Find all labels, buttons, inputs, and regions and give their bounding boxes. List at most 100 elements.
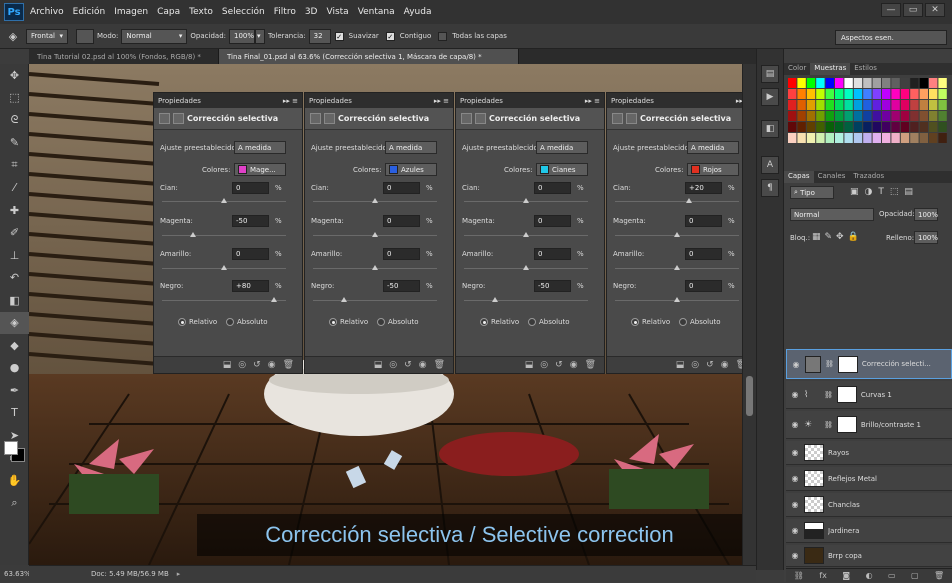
color-swatch-cell[interactable] <box>844 133 853 143</box>
cyan-value[interactable]: 0 <box>534 182 571 194</box>
tab-layers[interactable]: Capas <box>784 171 814 183</box>
color-swatch-cell[interactable] <box>891 122 900 132</box>
dodge-tool-icon[interactable]: ● <box>0 357 29 380</box>
color-swatch-cell[interactable] <box>853 133 863 143</box>
black-slider-knob[interactable] <box>271 297 277 302</box>
reset-icon[interactable]: ↺ <box>555 360 563 370</box>
smooth-checkbox[interactable]: ✓ <box>334 31 344 41</box>
color-swatch-cell[interactable] <box>938 89 947 99</box>
color-swatch-cell[interactable] <box>872 100 881 110</box>
layer-row[interactable]: ◉ ⌇ ⛓ Curvas 1 <box>786 381 952 409</box>
color-swatch-cell[interactable] <box>797 133 806 143</box>
color-swatch-cell[interactable] <box>863 78 872 88</box>
color-swatch-cell[interactable] <box>938 111 947 121</box>
black-value[interactable]: 0 <box>685 280 722 292</box>
color-swatch-cell[interactable] <box>910 111 919 121</box>
absolute-radio[interactable]: Absoluto <box>528 318 570 326</box>
color-swatch-cell[interactable] <box>891 100 900 110</box>
panel-menu-icon[interactable]: ▸▸ ≡ <box>283 97 298 105</box>
fill-input[interactable]: 100% <box>914 231 938 244</box>
view-previous-icon[interactable]: ◎ <box>691 360 699 370</box>
absolute-radio[interactable]: Absoluto <box>226 318 268 326</box>
layer-row[interactable]: ◉ Brrp copa <box>786 545 952 567</box>
fx-icon[interactable]: fx <box>819 571 827 580</box>
tolerance-input[interactable]: 32 <box>308 28 331 44</box>
color-swatch-cell[interactable] <box>929 100 938 110</box>
black-slider-knob[interactable] <box>674 297 680 302</box>
color-swatch-cell[interactable] <box>900 122 910 132</box>
healing-tool-icon[interactable]: ✚ <box>0 199 29 222</box>
color-swatch-cell[interactable] <box>853 89 863 99</box>
link-icon[interactable]: ⛓ <box>824 391 833 399</box>
mask-icon[interactable] <box>324 113 335 124</box>
color-swatch-cell[interactable] <box>929 133 938 143</box>
mask-thumb[interactable] <box>836 416 857 433</box>
link-layers-icon[interactable]: ⛓ <box>794 571 804 580</box>
type-tool-icon[interactable]: T <box>0 402 29 425</box>
group-icon[interactable]: ▭ <box>888 571 896 580</box>
color-swatch-cell[interactable] <box>806 89 816 99</box>
color-swatch-cell[interactable] <box>853 122 863 132</box>
marquee-tool-icon[interactable]: ⬚ <box>0 87 29 110</box>
color-swatch-cell[interactable] <box>788 111 797 121</box>
add-mask-icon[interactable]: ◙ <box>842 571 850 580</box>
foreground-color-swatch[interactable] <box>4 441 18 455</box>
colors-dropdown[interactable]: Cianes <box>536 163 588 176</box>
hand-tool-icon[interactable]: ✋ <box>0 469 29 492</box>
color-swatch-cell[interactable] <box>919 133 928 143</box>
colors-dropdown[interactable]: Rojos <box>687 163 739 176</box>
brush-tool-icon[interactable]: ✐ <box>0 222 29 245</box>
preset-dropdown[interactable]: A medida <box>234 141 286 154</box>
eye-icon[interactable]: ◉ <box>786 526 804 535</box>
tab-styles[interactable]: Estilos <box>850 63 881 75</box>
color-swatch-cell[interactable] <box>882 111 891 121</box>
link-icon[interactable]: ⛓ <box>825 360 834 368</box>
character-panel-icon[interactable]: A <box>761 156 779 174</box>
color-swatch-cell[interactable] <box>919 78 928 88</box>
tab-paths[interactable]: Trazados <box>849 171 888 183</box>
magenta-value[interactable]: 0 <box>685 215 722 227</box>
color-swatch-cell[interactable] <box>882 133 891 143</box>
color-swatch-cell[interactable] <box>853 78 863 88</box>
color-swatch-cell[interactable] <box>844 89 853 99</box>
yellow-slider[interactable] <box>615 265 739 270</box>
new-layer-icon[interactable]: ▢ <box>911 571 919 580</box>
color-swatch-cell[interactable] <box>882 78 891 88</box>
color-swatch-cell[interactable] <box>872 111 881 121</box>
trash-icon[interactable]: 🗑 <box>934 571 944 580</box>
color-swatch-cell[interactable] <box>910 133 919 143</box>
layer-row[interactable]: ◉ ⛓ Corrección selecti... <box>786 349 952 379</box>
preset-dropdown[interactable]: A medida <box>385 141 437 154</box>
color-swatch-cell[interactable] <box>863 122 872 132</box>
color-swatch-cell[interactable] <box>797 122 806 132</box>
lock-icons[interactable]: ▦✎✥🔒 <box>812 232 863 242</box>
status-arrow-icon[interactable]: ▸ <box>177 570 181 578</box>
visibility-icon[interactable]: ◉ <box>570 360 578 370</box>
color-swatch-cell[interactable] <box>919 111 928 121</box>
view-previous-icon[interactable]: ◎ <box>540 360 548 370</box>
cyan-slider-knob[interactable] <box>523 198 529 203</box>
color-swatch-cell[interactable] <box>844 111 853 121</box>
color-swatch-cell[interactable] <box>863 133 872 143</box>
menu-archivo[interactable]: Archivo <box>30 7 64 17</box>
color-swatch-cell[interactable] <box>844 100 853 110</box>
color-swatch-cell[interactable] <box>891 89 900 99</box>
menu-imagen[interactable]: Imagen <box>114 7 148 17</box>
eye-icon[interactable]: ◉ <box>787 360 805 369</box>
yellow-slider[interactable] <box>464 265 588 270</box>
pen-tool-icon[interactable]: ✒ <box>0 379 29 402</box>
history-brush-icon[interactable]: ↶ <box>0 267 29 290</box>
color-swatch-cell[interactable] <box>929 78 938 88</box>
color-swatch-cell[interactable] <box>816 78 825 88</box>
magenta-slider-knob[interactable] <box>674 232 680 237</box>
close-button[interactable]: ✕ <box>925 3 945 17</box>
color-swatch-cell[interactable] <box>919 122 928 132</box>
color-swatch-cell[interactable] <box>863 111 872 121</box>
mask-icon[interactable] <box>626 113 637 124</box>
yellow-slider[interactable] <box>313 265 437 270</box>
cyan-value[interactable]: +20 <box>685 182 722 194</box>
contiguous-checkbox[interactable]: ✓ <box>385 31 395 41</box>
color-swatch-cell[interactable] <box>938 78 947 88</box>
scrollbar-thumb[interactable] <box>746 376 753 416</box>
color-swatch-cell[interactable] <box>910 89 919 99</box>
